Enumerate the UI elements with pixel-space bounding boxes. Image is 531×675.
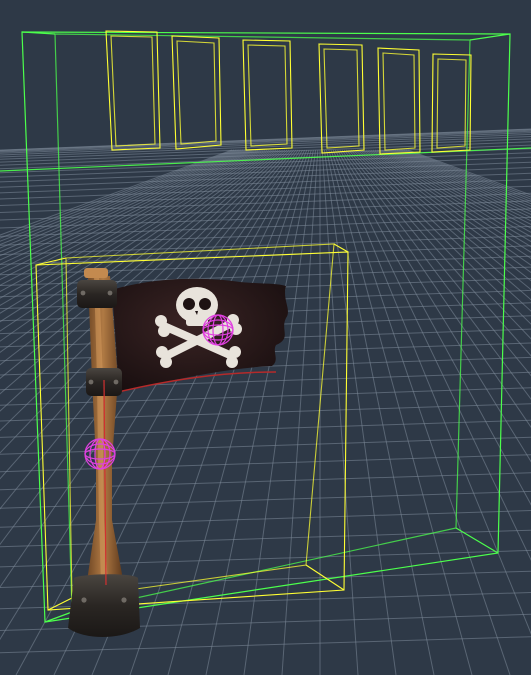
3d-viewport[interactable]: [0, 0, 531, 675]
pole-base: [68, 574, 140, 637]
pole-cap: [84, 268, 108, 278]
viewport-canvas[interactable]: [0, 0, 531, 675]
